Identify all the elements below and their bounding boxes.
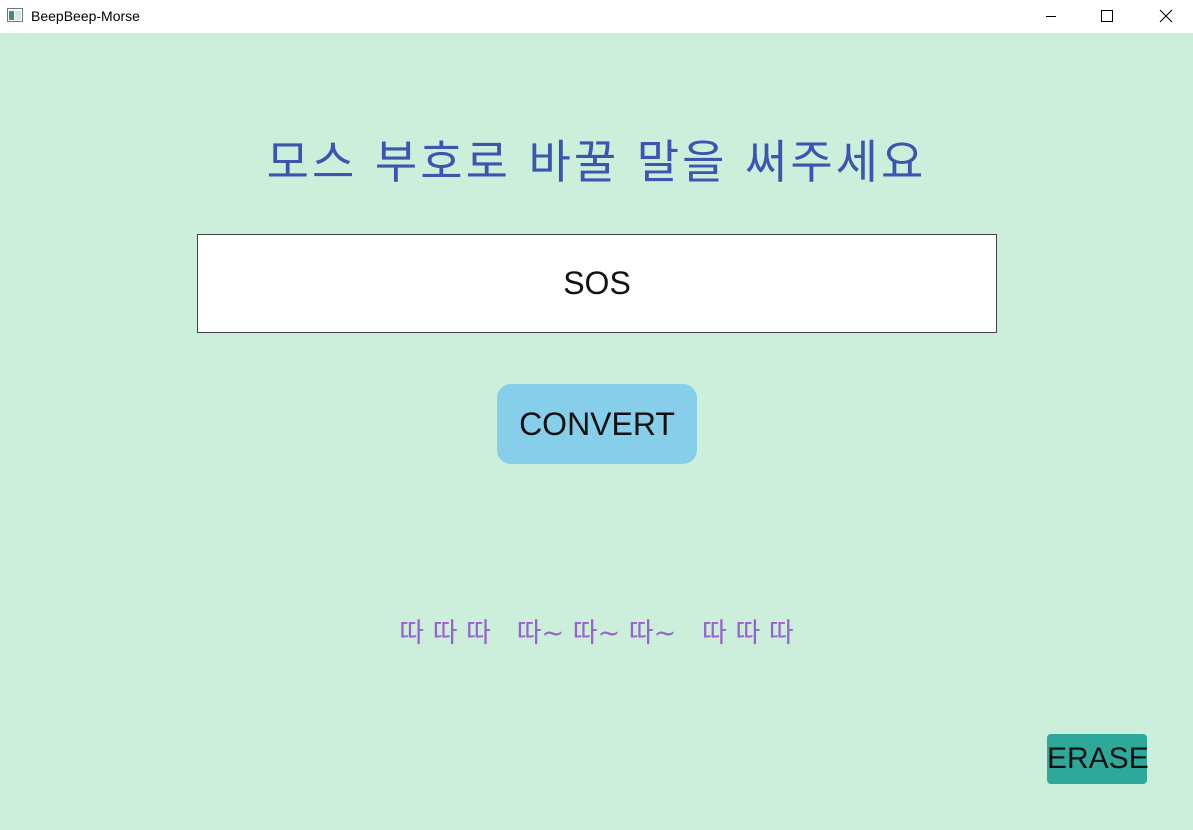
close-button[interactable] <box>1143 0 1189 31</box>
title-bar[interactable]: BeepBeep-Morse <box>0 0 1193 33</box>
maximize-icon <box>1101 9 1113 22</box>
window-title: BeepBeep-Morse <box>31 8 140 24</box>
app-window: BeepBeep-Morse 모스 부호로 바꿀 말을 써주세요 CONVERT… <box>0 0 1193 830</box>
maximize-button[interactable] <box>1084 0 1130 31</box>
close-icon <box>1159 9 1173 22</box>
morse-output: 따 따 따 따~ 따~ 따~ 따 따 따 <box>399 618 794 649</box>
text-input[interactable] <box>197 234 997 333</box>
prompt-heading: 모스 부호로 바꿀 말을 써주세요 <box>266 135 927 189</box>
minimize-button[interactable] <box>1028 0 1074 31</box>
convert-button[interactable]: CONVERT <box>497 384 697 464</box>
minimize-icon <box>1046 15 1056 17</box>
erase-button[interactable]: ERASE <box>1047 734 1149 784</box>
app-window-icon <box>7 8 23 22</box>
